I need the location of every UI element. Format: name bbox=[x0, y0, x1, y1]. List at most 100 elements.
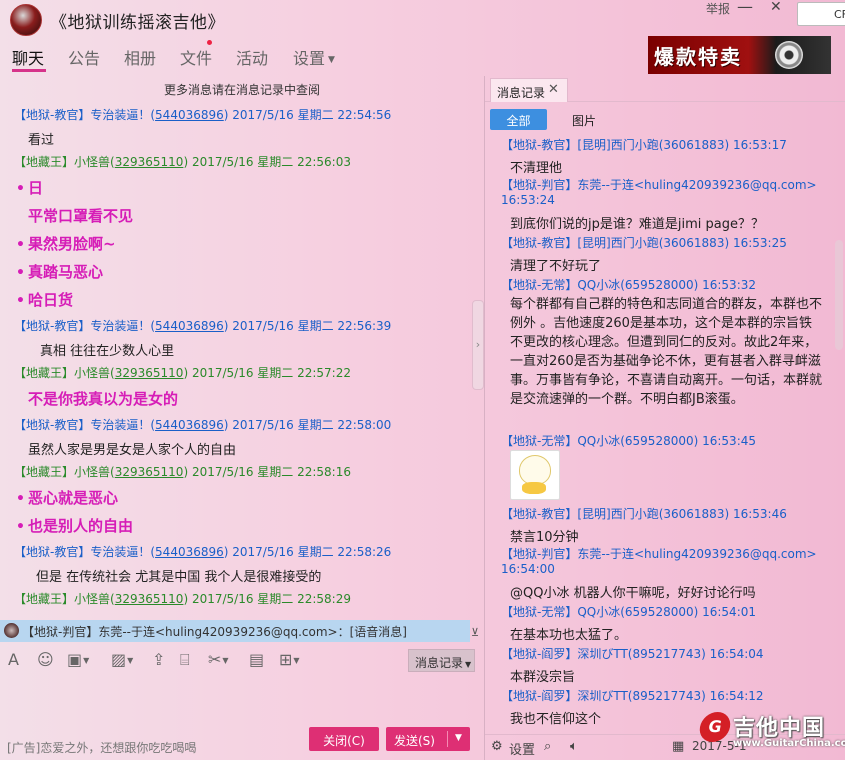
ad-banner[interactable]: 爆款特卖 bbox=[648, 36, 831, 74]
message-header: 【地狱-教官】专治装逼！(544036896) 2017/5/16 星期二 22… bbox=[14, 319, 392, 333]
sender-name[interactable]: 专治装逼！ bbox=[90, 108, 150, 122]
message-header: 【地狱-教官】专治装逼！(544036896) 2017/5/16 星期二 22… bbox=[14, 108, 392, 122]
record-text: 本群没宗旨 bbox=[510, 670, 576, 685]
record-text: 不清理他 bbox=[510, 161, 563, 176]
sticker-face-icon bbox=[519, 455, 551, 485]
message-header: 【地狱-教官】专治装逼！(544036896) 2017/5/16 星期二 22… bbox=[14, 545, 392, 559]
clipboard-icon[interactable]: ▤ bbox=[249, 650, 264, 669]
emoji-icon[interactable]: ☺ bbox=[37, 650, 54, 669]
nav-tabs: 聊天 公告 相册 文件 活动 设置 ▼ bbox=[0, 42, 480, 72]
sender-qq-link[interactable]: 544036896 bbox=[155, 319, 224, 333]
message-header: 【地藏王】小怪兽(329365110) 2017/5/16 星期二 22:57:… bbox=[14, 366, 351, 380]
filter-all-button[interactable]: 全部 bbox=[490, 109, 547, 130]
tab-album[interactable]: 相册 bbox=[124, 45, 156, 69]
sender-qq-link[interactable]: 544036896 bbox=[155, 108, 224, 122]
record-text: 到底你们说的jp是谁？难道是jimi page？？ bbox=[510, 217, 764, 232]
record-header: 【地狱-教官】[昆明]西门小跑(36061883) 16:53:46 bbox=[501, 507, 787, 521]
active-tab-indicator bbox=[12, 69, 46, 72]
message-text-large: • 日 bbox=[16, 177, 43, 198]
large-text: 果然男脸啊~ bbox=[28, 235, 116, 253]
image-icon[interactable]: ▨▼ bbox=[111, 650, 133, 669]
sender-qq-link[interactable]: 329365110 bbox=[115, 366, 184, 380]
tab-chat[interactable]: 聊天 bbox=[12, 45, 44, 69]
tab-settings[interactable]: 设置 ▼ bbox=[293, 45, 335, 69]
record-text: 我也不信仰这个 bbox=[510, 712, 602, 727]
record-header: 【地狱-阎罗】深圳びTT(895217743) 16:54:04 bbox=[501, 647, 764, 661]
sender-name[interactable]: 小怪兽 bbox=[74, 592, 110, 606]
calendar-icon[interactable]: ▦ bbox=[672, 739, 684, 754]
corner-button[interactable]: CF bbox=[797, 2, 845, 26]
sender-name[interactable]: 专治装逼！ bbox=[90, 418, 150, 432]
tab-settings-label: 设置 bbox=[293, 49, 326, 68]
font-icon[interactable]: A bbox=[8, 650, 19, 669]
record-settings-label[interactable]: 设置 bbox=[509, 739, 535, 758]
message-text: 但是 在传统社会 尤其是中国 我个人是很难接受的 bbox=[36, 570, 322, 585]
record-header: 【地狱-判官】东莞--于连<huling420939236@qq.com> 16… bbox=[501, 547, 817, 576]
logo-en-text: www.GuitarChina.com bbox=[733, 738, 845, 749]
tab-announcement[interactable]: 公告 bbox=[68, 45, 100, 69]
send-options-chevron-icon[interactable]: ▼ bbox=[447, 731, 469, 747]
sender-role: 【地藏王】 bbox=[14, 592, 75, 606]
message-time: 2017/5/16 星期二 22:56:39 bbox=[232, 319, 392, 333]
message-time: 2017/5/16 星期二 22:54:56 bbox=[232, 108, 392, 122]
sender-name[interactable]: 专治装逼！ bbox=[90, 319, 150, 333]
bullet-icon: • bbox=[16, 265, 25, 281]
message-header: 【地藏王】小怪兽(329365110) 2017/5/16 星期二 22:58:… bbox=[14, 465, 351, 479]
sender-name[interactable]: 专治装逼！ bbox=[90, 545, 150, 559]
voice-message-bar[interactable]: 【地狱-判官】东莞--于连<huling420939236@qq.com>：[语… bbox=[0, 620, 470, 642]
message-time: 2017/5/16 星期二 22:57:22 bbox=[191, 366, 351, 380]
more-messages-hint[interactable]: 更多消息请在消息记录中查阅 bbox=[0, 81, 484, 98]
gift-icon[interactable]: ⌸ bbox=[180, 650, 190, 670]
message-text-large: • 真踏马恶心 bbox=[16, 261, 103, 282]
message-header: 【地藏王】小怪兽(329365110) 2017/5/16 星期二 22:56:… bbox=[14, 155, 351, 169]
more-icon[interactable]: ⊞▼ bbox=[279, 650, 300, 669]
message-header: 【地藏王】小怪兽(329365110) 2017/5/16 星期二 22:58:… bbox=[14, 592, 351, 606]
message-history-button[interactable]: 消息记录 ▼ bbox=[408, 649, 475, 672]
record-text: @QQ小冰 机器人你干嘛呢，好好讨论行吗 bbox=[510, 586, 756, 601]
close-window-button[interactable]: ✕ bbox=[770, 0, 782, 15]
avatar bbox=[4, 623, 19, 638]
tab-files[interactable]: 文件 bbox=[180, 45, 212, 69]
sender-name[interactable]: 小怪兽 bbox=[74, 155, 110, 169]
bullet-icon: • bbox=[16, 237, 25, 253]
fold-icon[interactable]: ⊻ bbox=[471, 626, 479, 639]
message-time: 2017/5/16 星期二 22:58:29 bbox=[191, 592, 351, 606]
sender-role: 【地藏王】 bbox=[14, 366, 75, 380]
speaker-icon[interactable]: 🔈︎ bbox=[570, 739, 578, 754]
filter-images-button[interactable]: 图片 bbox=[572, 112, 596, 129]
sender-role: 【地狱-教官】 bbox=[14, 108, 91, 122]
bullet-icon: • bbox=[16, 293, 25, 309]
close-icon[interactable]: ✕ bbox=[548, 82, 559, 97]
sender-qq-link[interactable]: 544036896 bbox=[155, 418, 224, 432]
close-button[interactable]: 关闭(C) bbox=[309, 727, 379, 751]
sender-qq-link[interactable]: 329365110 bbox=[115, 465, 184, 479]
sender-qq-link[interactable]: 544036896 bbox=[155, 545, 224, 559]
message-time: 2017/5/16 星期二 22:56:03 bbox=[191, 155, 351, 169]
record-text: 清理了不好玩了 bbox=[510, 259, 602, 274]
ad-text-link[interactable]: [广告]恋爱之外，还想跟你吃吃喝喝 bbox=[7, 739, 196, 756]
sender-qq-link[interactable]: 329365110 bbox=[115, 155, 184, 169]
collapse-panel-handle[interactable]: › bbox=[472, 300, 484, 390]
sender-role: 【地狱-教官】 bbox=[14, 418, 91, 432]
record-scrollbar[interactable] bbox=[835, 240, 843, 350]
logo-badge-icon: G bbox=[697, 712, 733, 742]
gif-icon[interactable]: ▣▼ bbox=[67, 650, 89, 669]
chat-message-area[interactable]: 更多消息请在消息记录中查阅 【地狱-教官】专治装逼！(544036896) 20… bbox=[0, 76, 484, 620]
record-list[interactable]: 【地狱-教官】[昆明]西门小跑(36061883) 16:53:17 不清理他 … bbox=[485, 134, 835, 730]
history-label: 消息记录 bbox=[415, 656, 464, 670]
sender-name[interactable]: 小怪兽 bbox=[74, 366, 110, 380]
sender-qq-link[interactable]: 329365110 bbox=[115, 592, 184, 606]
scissors-icon[interactable]: ✂▼ bbox=[208, 650, 229, 669]
tab-activities[interactable]: 活动 bbox=[236, 45, 268, 69]
sender-name[interactable]: 小怪兽 bbox=[74, 465, 110, 479]
report-button[interactable]: 举报 bbox=[706, 0, 730, 17]
notification-dot bbox=[207, 40, 212, 45]
upload-icon[interactable]: ⇪ bbox=[152, 650, 165, 669]
settings-icon[interactable]: ⚙ bbox=[491, 739, 503, 754]
search-icon[interactable]: ⌕ bbox=[544, 739, 551, 754]
chevron-down-icon: ▼ bbox=[465, 660, 472, 669]
sender-role: 【地藏王】 bbox=[14, 155, 75, 169]
minimize-button[interactable]: — bbox=[737, 0, 753, 16]
group-avatar[interactable] bbox=[10, 4, 42, 36]
title-bar: 《地狱训练摇滚吉他》 举报 — ✕ CF bbox=[0, 0, 845, 40]
